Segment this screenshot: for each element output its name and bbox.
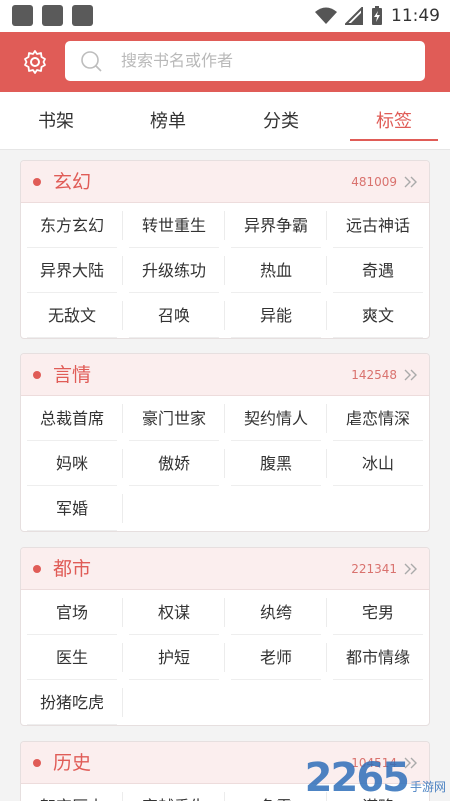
- category-title: 言情: [53, 364, 92, 386]
- tag-item[interactable]: 异界大陆: [21, 248, 123, 293]
- category-title: 都市: [53, 558, 92, 580]
- category-header[interactable]: 言情 142548: [21, 354, 429, 396]
- double-chevron-right-icon[interactable]: [403, 561, 419, 577]
- tag-item[interactable]: 升级练功: [123, 248, 225, 293]
- tab-bar: 书架 榜单 分类 标签: [0, 92, 450, 150]
- tag-item[interactable]: 远古神话: [327, 203, 429, 248]
- notification-icon: [42, 5, 63, 26]
- bullet-dot-icon: [33, 759, 41, 767]
- wifi-icon: [315, 7, 337, 24]
- category-count: 142548: [351, 368, 397, 382]
- search-placeholder: 搜索书名或作者: [121, 51, 234, 70]
- search-box[interactable]: 搜索书名或作者: [65, 41, 425, 81]
- bullet-dot-icon: [33, 178, 41, 186]
- tag-item[interactable]: 扮猪吃虎: [21, 680, 123, 725]
- search-icon: [81, 51, 102, 72]
- bullet-dot-icon: [33, 371, 41, 379]
- active-tab-indicator: [350, 139, 438, 141]
- tag-item[interactable]: 权谋: [123, 590, 225, 635]
- tag-item[interactable]: 医生: [21, 635, 123, 680]
- category-header[interactable]: 都市 221341: [21, 548, 429, 590]
- double-chevron-right-icon[interactable]: [403, 367, 419, 383]
- tag-item[interactable]: 召唤: [123, 293, 225, 338]
- tag-item[interactable]: 异界争霸: [225, 203, 327, 248]
- tag-item[interactable]: 纨绔: [225, 590, 327, 635]
- tag-grid: 总裁首席 豪门世家 契约情人 虐恋情深 妈咪 傲娇 腹黑 冰山 军婚: [21, 396, 429, 531]
- tag-item[interactable]: 爽文: [327, 293, 429, 338]
- category-header[interactable]: 玄幻 481009: [21, 161, 429, 203]
- bullet-dot-icon: [33, 565, 41, 573]
- tag-item[interactable]: 总裁首席: [21, 396, 123, 441]
- settings-gear-icon[interactable]: [22, 49, 48, 75]
- status-bar: 11:49: [0, 0, 450, 32]
- tab-tags[interactable]: 标签: [350, 92, 438, 150]
- tab-categories[interactable]: 分类: [224, 92, 338, 150]
- tag-item[interactable]: 军婚: [21, 486, 123, 531]
- watermark-number: 2265: [304, 755, 410, 801]
- tag-item[interactable]: 宅男: [327, 590, 429, 635]
- tag-item[interactable]: 热血: [225, 248, 327, 293]
- tag-item[interactable]: 官场: [21, 590, 123, 635]
- tag-item[interactable]: 傲娇: [123, 441, 225, 486]
- clock: 11:49: [391, 6, 440, 26]
- battery-icon: [372, 6, 382, 25]
- tag-item[interactable]: 异能: [225, 293, 327, 338]
- watermark-text: 手游网: [409, 780, 446, 794]
- tag-item[interactable]: 腹黑: [225, 441, 327, 486]
- category-card-dushi: 都市 221341 官场 权谋 纨绔 宅男 医生 护短 老师 都市情缘 扮猪吃虎: [20, 547, 430, 726]
- tag-item[interactable]: 都市情缘: [327, 635, 429, 680]
- tag-item[interactable]: 无敌文: [21, 293, 123, 338]
- category-card-xuanhuan: 玄幻 481009 东方玄幻 转世重生 异界争霸 远古神话 异界大陆 升级练功 …: [20, 160, 430, 339]
- tag-item[interactable]: 架空历史: [21, 784, 123, 801]
- notification-icon: [72, 5, 93, 26]
- tab-bookshelf[interactable]: 书架: [0, 92, 112, 150]
- tag-item[interactable]: 豪门世家: [123, 396, 225, 441]
- category-title: 玄幻: [53, 171, 92, 193]
- site-watermark: 2265 手游网: [305, 751, 446, 801]
- tag-item[interactable]: 护短: [123, 635, 225, 680]
- tag-item[interactable]: 奇遇: [327, 248, 429, 293]
- category-title: 历史: [53, 752, 92, 774]
- category-count: 481009: [351, 175, 397, 189]
- tag-item[interactable]: 穿越重生: [123, 784, 225, 801]
- category-card-yanqing: 言情 142548 总裁首席 豪门世家 契约情人 虐恋情深 妈咪 傲娇 腹黑 冰…: [20, 353, 430, 532]
- category-count: 221341: [351, 562, 397, 576]
- signal-icon: [345, 7, 363, 25]
- tag-item[interactable]: 老师: [225, 635, 327, 680]
- tag-item[interactable]: 契约情人: [225, 396, 327, 441]
- tag-item[interactable]: 东方玄幻: [21, 203, 123, 248]
- tag-grid: 东方玄幻 转世重生 异界争霸 远古神话 异界大陆 升级练功 热血 奇遇 无敌文 …: [21, 203, 429, 338]
- tab-rankings[interactable]: 榜单: [112, 92, 224, 150]
- app-header: 搜索书名或作者: [0, 32, 450, 92]
- tag-item[interactable]: 转世重生: [123, 203, 225, 248]
- tag-item[interactable]: 妈咪: [21, 441, 123, 486]
- notification-icon: [12, 5, 33, 26]
- tag-item[interactable]: 虐恋情深: [327, 396, 429, 441]
- double-chevron-right-icon[interactable]: [403, 174, 419, 190]
- tag-item[interactable]: 冰山: [327, 441, 429, 486]
- tag-grid: 官场 权谋 纨绔 宅男 医生 护短 老师 都市情缘 扮猪吃虎: [21, 590, 429, 725]
